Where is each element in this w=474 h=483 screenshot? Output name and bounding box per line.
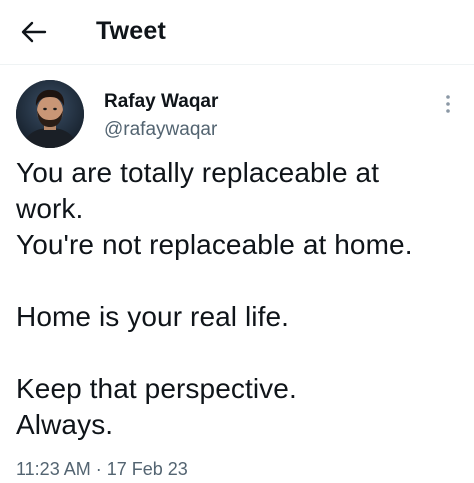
tweet-line: You're not replaceable at home. — [16, 229, 413, 260]
more-options-button[interactable] — [434, 90, 462, 118]
tweet-line: You are totally replaceable at — [16, 157, 380, 188]
tweet-text: You are totally replaceable at work. You… — [16, 155, 462, 443]
tweet-line: Home is your real life. — [16, 301, 290, 332]
profile-photo — [16, 80, 84, 148]
top-bar: Tweet — [0, 0, 474, 64]
author-handle[interactable]: @rafaywaqar — [104, 118, 217, 142]
tweet-line: Keep that perspective. — [16, 373, 297, 404]
meta-separator: · — [95, 459, 102, 479]
tweet-date: 17 Feb 23 — [106, 459, 188, 479]
avatar[interactable] — [16, 80, 84, 148]
arrow-left-icon — [21, 21, 47, 43]
tweet-page: Tweet Rafay Waqar @rafaywaqar You are to… — [0, 0, 474, 483]
tweet-time: 11:23 AM — [16, 459, 91, 479]
back-button[interactable] — [14, 12, 54, 52]
page-title: Tweet — [96, 17, 166, 45]
tweet-line: Always. — [16, 409, 114, 440]
more-vertical-icon — [446, 95, 450, 113]
header-divider — [0, 64, 474, 65]
tweet-timestamp[interactable]: 11:23 AM · 17 Feb 23 — [16, 458, 188, 480]
tweet-line: work. — [16, 193, 84, 224]
author-name[interactable]: Rafay Waqar — [104, 90, 218, 114]
